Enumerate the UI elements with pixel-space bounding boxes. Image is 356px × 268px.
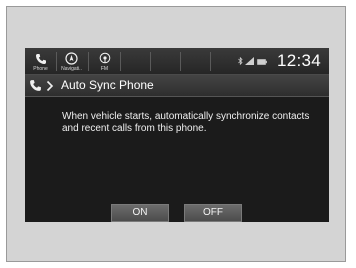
fm-shortcut-button[interactable]: FM xyxy=(91,48,118,74)
navigation-icon xyxy=(65,50,78,65)
phone-shortcut-label: Phone xyxy=(33,66,48,72)
divider xyxy=(210,52,211,71)
status-bar: Phone Navigati.. FM 12:34 xyxy=(25,48,329,75)
off-button[interactable]: OFF xyxy=(184,204,242,222)
divider xyxy=(120,52,121,71)
bluetooth-icon xyxy=(238,52,243,70)
battery-icon xyxy=(257,52,267,70)
dialog-message: When vehicle starts, automatically synch… xyxy=(62,111,310,134)
divider xyxy=(88,52,89,71)
phone-shortcut-button[interactable]: Phone xyxy=(27,48,54,74)
head-unit-screen: Phone Navigati.. FM 12:34 Auto Sync Phon… xyxy=(25,48,329,222)
radio-icon xyxy=(99,50,111,65)
signal-strength-icon xyxy=(245,52,255,70)
navigation-shortcut-button[interactable]: Navigati.. xyxy=(58,48,85,74)
page-title: Auto Sync Phone xyxy=(61,78,154,92)
divider xyxy=(150,52,151,71)
navigation-shortcut-label: Navigati.. xyxy=(61,66,82,72)
phone-icon xyxy=(35,50,47,65)
clock: 12:34 xyxy=(277,51,322,70)
title-bar: Auto Sync Phone xyxy=(25,75,329,97)
status-indicators xyxy=(238,56,267,66)
divider xyxy=(180,52,181,71)
divider xyxy=(56,52,57,71)
on-button[interactable]: ON xyxy=(111,204,169,222)
fm-shortcut-label: FM xyxy=(100,66,109,72)
chevron-right-icon xyxy=(46,79,54,97)
phone-icon[interactable] xyxy=(29,79,42,97)
